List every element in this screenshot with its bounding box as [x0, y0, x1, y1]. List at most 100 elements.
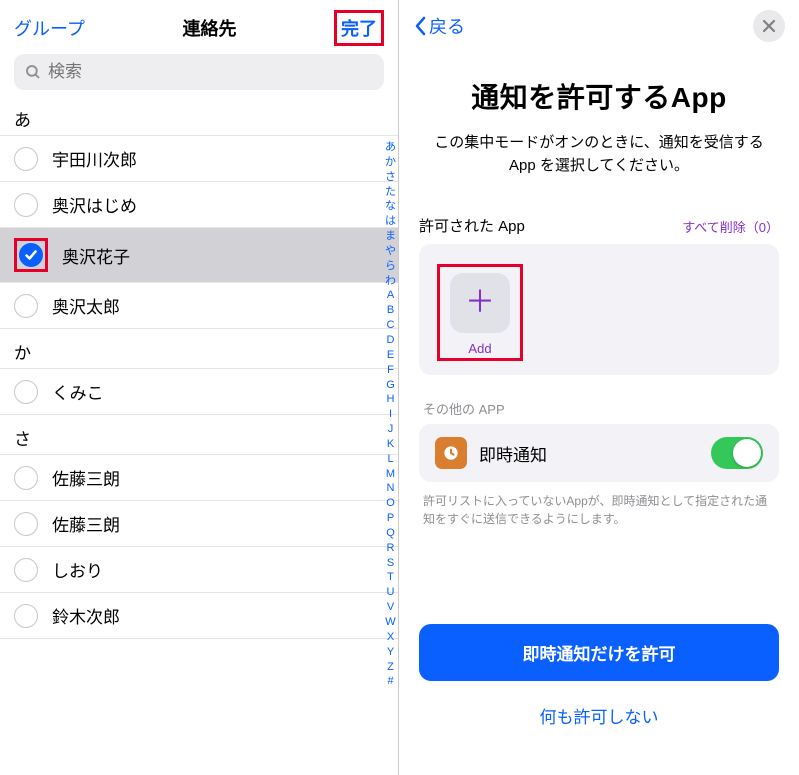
- index-letter[interactable]: ま: [385, 229, 396, 244]
- search-field[interactable]: [14, 54, 384, 90]
- contact-row[interactable]: しおり: [0, 547, 398, 593]
- contact-name: 奥沢はじめ: [52, 192, 137, 217]
- allow-none-button[interactable]: 何も許可しない: [419, 695, 779, 736]
- contact-row[interactable]: 鈴木次郎: [0, 593, 398, 639]
- done-button[interactable]: 完了: [341, 15, 377, 41]
- index-letter[interactable]: Y: [385, 645, 396, 660]
- index-letter[interactable]: N: [385, 481, 396, 496]
- radio-unchecked-icon[interactable]: [14, 558, 38, 582]
- allow-instant-button[interactable]: 即時通知だけを許可: [419, 624, 779, 681]
- index-letter[interactable]: R: [385, 541, 396, 556]
- radio-highlight-box: [14, 238, 48, 272]
- add-highlight-box: ＋ Add: [437, 264, 523, 361]
- chevron-left-icon: [413, 16, 427, 36]
- add-app-button[interactable]: ＋: [450, 273, 510, 333]
- index-letter[interactable]: P: [385, 511, 396, 526]
- index-letter[interactable]: わ: [385, 274, 396, 289]
- contacts-list[interactable]: あ宇田川次郎奥沢はじめ奥沢花子奥沢太郎かくみこさ佐藤三朗佐藤三朗しおり鈴木次郎: [0, 96, 398, 775]
- clear-all-button[interactable]: すべて削除（0）: [682, 217, 779, 236]
- radio-unchecked-icon[interactable]: [14, 380, 38, 404]
- index-letter[interactable]: C: [385, 318, 396, 333]
- index-letter[interactable]: ら: [385, 259, 396, 274]
- contact-name: 奥沢花子: [62, 243, 130, 268]
- index-letter[interactable]: O: [385, 496, 396, 511]
- right-header: 戻る: [399, 0, 799, 52]
- index-letter[interactable]: た: [385, 185, 396, 200]
- radio-unchecked-icon[interactable]: [14, 147, 38, 171]
- instant-toggle[interactable]: [711, 437, 763, 469]
- radio-unchecked-icon[interactable]: [14, 604, 38, 628]
- index-letter[interactable]: さ: [385, 170, 396, 185]
- other-apps-label: その他の APP: [423, 399, 775, 418]
- index-letter[interactable]: J: [385, 422, 396, 437]
- contact-row[interactable]: 宇田川次郎: [0, 136, 398, 182]
- radio-unchecked-icon[interactable]: [14, 193, 38, 217]
- instant-notification-row: 即時通知: [419, 424, 779, 482]
- index-letter[interactable]: F: [385, 363, 396, 378]
- index-letter[interactable]: な: [385, 199, 396, 214]
- index-letter[interactable]: あ: [385, 140, 396, 155]
- page-title: 連絡先: [182, 15, 236, 41]
- app-name: 即時通知: [479, 441, 699, 466]
- index-letter[interactable]: は: [385, 214, 396, 229]
- radio-unchecked-icon[interactable]: [14, 466, 38, 490]
- radio-unchecked-icon[interactable]: [14, 294, 38, 318]
- index-letter[interactable]: W: [385, 615, 396, 630]
- contacts-panel: グループ 連絡先 完了 あ宇田川次郎奥沢はじめ奥沢花子奥沢太郎かくみこさ佐藤三朗…: [0, 0, 399, 775]
- left-header: グループ 連絡先 完了: [0, 0, 398, 54]
- index-letter[interactable]: K: [385, 437, 396, 452]
- alphabet-index[interactable]: あかさたなはまやらわABCDEFGHIJKLMNOPQRSTUVWXYZ#: [385, 140, 396, 689]
- index-letter[interactable]: #: [385, 674, 396, 689]
- index-letter[interactable]: か: [385, 155, 396, 170]
- index-letter[interactable]: V: [385, 600, 396, 615]
- back-button[interactable]: 戻る: [413, 13, 465, 39]
- right-subtitle: この集中モードがオンのときに、通知を受信する App を選択してください。: [429, 132, 769, 177]
- index-letter[interactable]: E: [385, 348, 396, 363]
- contact-name: 奥沢太郎: [52, 293, 120, 318]
- index-letter[interactable]: X: [385, 630, 396, 645]
- index-letter[interactable]: B: [385, 303, 396, 318]
- search-input[interactable]: [48, 62, 374, 82]
- add-label: Add: [468, 341, 491, 356]
- contact-row[interactable]: 佐藤三朗: [0, 501, 398, 547]
- search-icon: [24, 63, 42, 81]
- clock-icon: [435, 437, 467, 469]
- index-letter[interactable]: D: [385, 333, 396, 348]
- radio-checked-icon[interactable]: [19, 243, 43, 267]
- contact-row[interactable]: 奥沢はじめ: [0, 182, 398, 228]
- index-letter[interactable]: S: [385, 556, 396, 571]
- toggle-knob: [733, 439, 761, 467]
- contact-row[interactable]: 佐藤三朗: [0, 455, 398, 501]
- close-button[interactable]: [753, 10, 785, 42]
- index-letter[interactable]: Z: [385, 660, 396, 675]
- index-letter[interactable]: L: [385, 452, 396, 467]
- index-letter[interactable]: G: [385, 378, 396, 393]
- allowed-section-header: 許可された App すべて削除（0）: [419, 215, 779, 236]
- allowed-apps-card: ＋ Add: [419, 244, 779, 375]
- index-letter[interactable]: M: [385, 467, 396, 482]
- contact-name: 鈴木次郎: [52, 603, 120, 628]
- contact-name: しおり: [52, 557, 103, 582]
- group-button[interactable]: グループ: [14, 15, 85, 41]
- index-letter[interactable]: I: [385, 407, 396, 422]
- index-letter[interactable]: Q: [385, 526, 396, 541]
- contact-name: くみこ: [52, 379, 104, 404]
- contact-row[interactable]: 奥沢太郎: [0, 283, 398, 329]
- contact-name: 佐藤三朗: [52, 465, 120, 490]
- contact-row[interactable]: 奥沢花子: [0, 228, 398, 283]
- notifications-panel: 戻る 通知を許可するApp この集中モードがオンのときに、通知を受信する App…: [399, 0, 799, 775]
- search-wrap: [0, 54, 398, 96]
- section-header: か: [0, 329, 398, 369]
- radio-unchecked-icon[interactable]: [14, 512, 38, 536]
- allowed-label: 許可された App: [419, 215, 525, 236]
- footnote: 許可リストに入っていないAppが、即時通知として指定された通知をすぐに送信できる…: [423, 492, 775, 528]
- done-highlight-box: 完了: [334, 10, 384, 46]
- index-letter[interactable]: H: [385, 392, 396, 407]
- contact-row[interactable]: くみこ: [0, 369, 398, 415]
- index-letter[interactable]: A: [385, 288, 396, 303]
- index-letter[interactable]: U: [385, 585, 396, 600]
- contact-name: 宇田川次郎: [52, 146, 137, 171]
- section-header: あ: [0, 96, 398, 136]
- index-letter[interactable]: や: [385, 244, 396, 259]
- index-letter[interactable]: T: [385, 570, 396, 585]
